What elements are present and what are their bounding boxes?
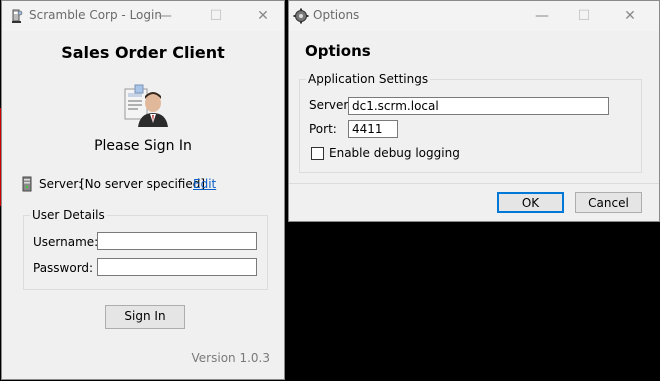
options-server-input[interactable]: dc1.scrm.local	[348, 97, 609, 115]
close-button[interactable]: ✕	[251, 5, 275, 27]
maximize-button[interactable]: ☐	[204, 5, 228, 27]
options-minimize-button[interactable]: —	[530, 5, 554, 27]
user-details-group: User Details	[23, 208, 268, 290]
edit-server-link[interactable]: Edit	[193, 177, 216, 191]
debug-logging-label[interactable]: Enable debug logging	[329, 146, 460, 160]
user-details-group-title: User Details	[30, 208, 107, 222]
username-label: Username:	[33, 235, 99, 249]
sign-in-button[interactable]: Sign In	[105, 305, 185, 329]
login-title-bar[interactable]: Scramble Corp - Login — ☐ ✕	[2, 1, 284, 31]
server-value: [No server specified]	[80, 177, 206, 191]
debug-logging-checkbox[interactable]	[311, 147, 324, 160]
options-port-input[interactable]: 4411	[348, 120, 398, 138]
sign-in-prompt: Please Sign In	[94, 138, 192, 154]
options-heading: Options	[305, 42, 371, 60]
app-icon	[12, 9, 23, 23]
minimize-button[interactable]: —	[153, 5, 177, 27]
options-title-bar[interactable]: Options — ☐ ✕	[289, 1, 659, 31]
login-window: Scramble Corp - Login — ☐ ✕ Sales Order …	[1, 0, 285, 380]
options-maximize-button[interactable]: ☐	[572, 5, 596, 27]
options-footer: OK Cancel	[289, 184, 659, 221]
username-input[interactable]	[97, 232, 257, 250]
user-avatar-icon	[124, 84, 168, 127]
server-icon	[22, 176, 32, 192]
ok-button[interactable]: OK	[497, 192, 564, 213]
app-title: Sales Order Client	[61, 43, 225, 62]
password-input[interactable]	[97, 258, 257, 276]
options-window-title: Options	[313, 8, 360, 22]
options-close-button[interactable]: ✕	[618, 5, 642, 27]
gear-icon	[293, 8, 309, 24]
options-window: Options — ☐ ✕ Options Application Settin…	[288, 0, 660, 222]
options-server-label: Server:	[309, 98, 353, 112]
version-label: Version 1.0.3	[191, 351, 270, 365]
application-settings-title: Application Settings	[306, 72, 431, 86]
server-label: Server:	[39, 177, 83, 191]
options-port-label: Port:	[309, 122, 337, 136]
cancel-button[interactable]: Cancel	[575, 192, 642, 213]
login-window-title: Scramble Corp - Login	[29, 8, 162, 22]
password-label: Password:	[33, 261, 94, 275]
